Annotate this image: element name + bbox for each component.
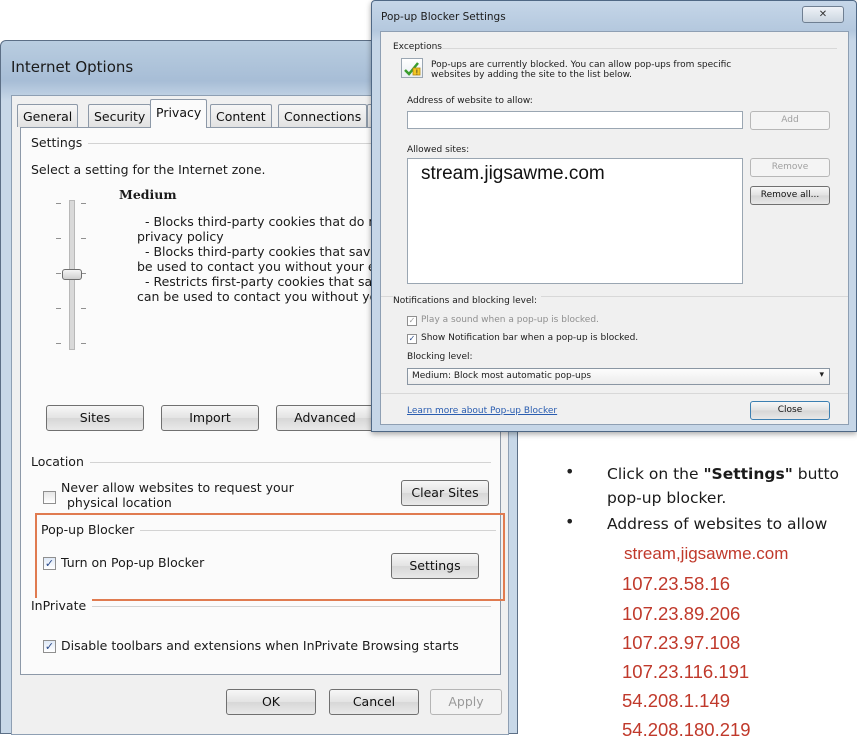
instruction-bold: "Settings"	[703, 465, 793, 483]
location-group-label: Location	[31, 454, 90, 469]
info-line1: Pop-ups are currently blocked. You can a…	[431, 60, 732, 70]
add-button[interactable]: Add	[750, 111, 830, 130]
privacy-level: Medium	[119, 187, 177, 202]
bullet-icon: •	[565, 462, 575, 481]
inprivate-label: Disable toolbars and extensions when InP…	[61, 638, 459, 653]
popup-blocker-group-label: Pop-up Blocker	[41, 522, 141, 537]
address-item: 107.23.89.206	[622, 603, 741, 624]
popup-settings-button[interactable]: Settings	[391, 553, 479, 579]
remove-button[interactable]: Remove	[750, 158, 830, 177]
notifications-label: Notifications and blocking level:	[393, 296, 542, 306]
address-item: 107.23.116.191	[622, 661, 750, 682]
popup-blocker-checkbox[interactable]: ✓	[43, 557, 56, 570]
popup-icon: !	[401, 58, 423, 78]
show-bar-label: Show Notification bar when a pop-up is b…	[421, 333, 639, 343]
slider-thumb[interactable]	[62, 269, 82, 280]
svg-text:!: !	[416, 69, 419, 77]
location-checkbox[interactable]	[43, 491, 56, 504]
allowed-sites-label: Allowed sites:	[407, 145, 470, 155]
exceptions-label: Exceptions	[393, 42, 442, 52]
privacy-description: - Blocks third-party cookies that do not…	[137, 214, 377, 344]
close-button[interactable]: Close	[750, 401, 830, 420]
popup-blocker-label: Turn on Pop-up Blocker	[61, 555, 205, 570]
instruction-line2: pop-up blocker.	[607, 489, 727, 507]
divider	[31, 462, 491, 463]
blocking-level-select[interactable]: Medium: Block most automatic pop-ups ▾	[407, 368, 830, 385]
close-icon[interactable]: ✕	[802, 6, 844, 23]
zone-description: Select a setting for the Internet zone.	[31, 162, 266, 177]
address-item: stream,jigsawme.com	[624, 544, 789, 563]
address-item: 54.208.180.219	[622, 719, 751, 740]
address-input[interactable]	[407, 111, 743, 129]
allowed-sites-list[interactable]: stream.jigsawme.com	[407, 158, 743, 284]
blocking-level-value: Medium: Block most automatic pop-ups	[412, 371, 592, 381]
popup-blocker-settings-window: Pop-up Blocker Settings ✕ Exceptions ! P…	[371, 0, 857, 432]
instruction-line1: Click on the "Settings" butto	[607, 465, 839, 483]
apply-button[interactable]: Apply	[430, 689, 502, 715]
import-button[interactable]: Import	[161, 405, 259, 431]
chevron-down-icon: ▾	[819, 370, 824, 380]
divider	[31, 606, 491, 607]
tab-connections[interactable]: Connections	[278, 104, 368, 127]
cancel-button[interactable]: Cancel	[329, 689, 419, 715]
desc-line: - Blocks third-party cookies that do not…	[145, 214, 377, 229]
desc-line: privacy policy	[137, 229, 224, 244]
instruction-text: butto	[792, 465, 840, 483]
inprivate-checkbox[interactable]: ✓	[43, 640, 56, 653]
play-sound-checkbox[interactable]: ✓	[407, 316, 417, 326]
divider	[381, 393, 848, 394]
desc-line: can be used to contact you without your	[137, 289, 377, 304]
location-label-line2: physical location	[67, 495, 172, 510]
tab-privacy[interactable]: Privacy	[150, 99, 208, 128]
desc-line: - Restricts first-party cookies that sav…	[145, 274, 377, 289]
dialog-body: Exceptions ! Pop-ups are currently block…	[380, 31, 849, 425]
clear-sites-button[interactable]: Clear Sites	[401, 480, 489, 506]
learn-more-link[interactable]: Learn more about Pop-up Blocker	[407, 406, 557, 416]
tab-content[interactable]: Content	[210, 104, 272, 127]
play-sound-label: Play a sound when a pop-up is blocked.	[421, 315, 599, 325]
tab-security[interactable]: Security	[88, 104, 152, 127]
desc-line: be used to contact you without your exp	[137, 259, 377, 274]
address-item: 54.208.1.149	[622, 690, 731, 711]
ok-button[interactable]: OK	[226, 689, 316, 715]
address-item: 107.23.97.108	[622, 632, 741, 653]
info-line2: websites by adding the site to the list …	[431, 70, 633, 80]
instruction-text: Click on the	[607, 465, 704, 483]
sites-button[interactable]: Sites	[46, 405, 144, 431]
address-label: Address of website to allow:	[407, 96, 533, 106]
advanced-button[interactable]: Advanced	[276, 405, 374, 431]
address-item: 107.23.58.16	[622, 573, 731, 594]
blocking-level-label: Blocking level:	[407, 352, 473, 362]
location-label-line1: Never allow websites to request your	[61, 480, 294, 495]
window-title: Internet Options	[11, 58, 134, 76]
instruction-line3: Address of websites to allow	[607, 515, 828, 533]
tab-general[interactable]: General	[17, 104, 79, 127]
bullet-icon: •	[565, 512, 575, 531]
show-bar-checkbox[interactable]: ✓	[407, 334, 417, 344]
remove-all-button[interactable]: Remove all...	[750, 186, 830, 205]
desc-line: - Blocks third-party cookies that save i…	[145, 244, 377, 259]
list-item[interactable]: stream.jigsawme.com	[421, 163, 605, 185]
settings-group-label: Settings	[31, 135, 89, 150]
inprivate-group-label: InPrivate	[31, 598, 93, 613]
divider	[441, 48, 837, 49]
window-title: Pop-up Blocker Settings	[381, 11, 506, 23]
